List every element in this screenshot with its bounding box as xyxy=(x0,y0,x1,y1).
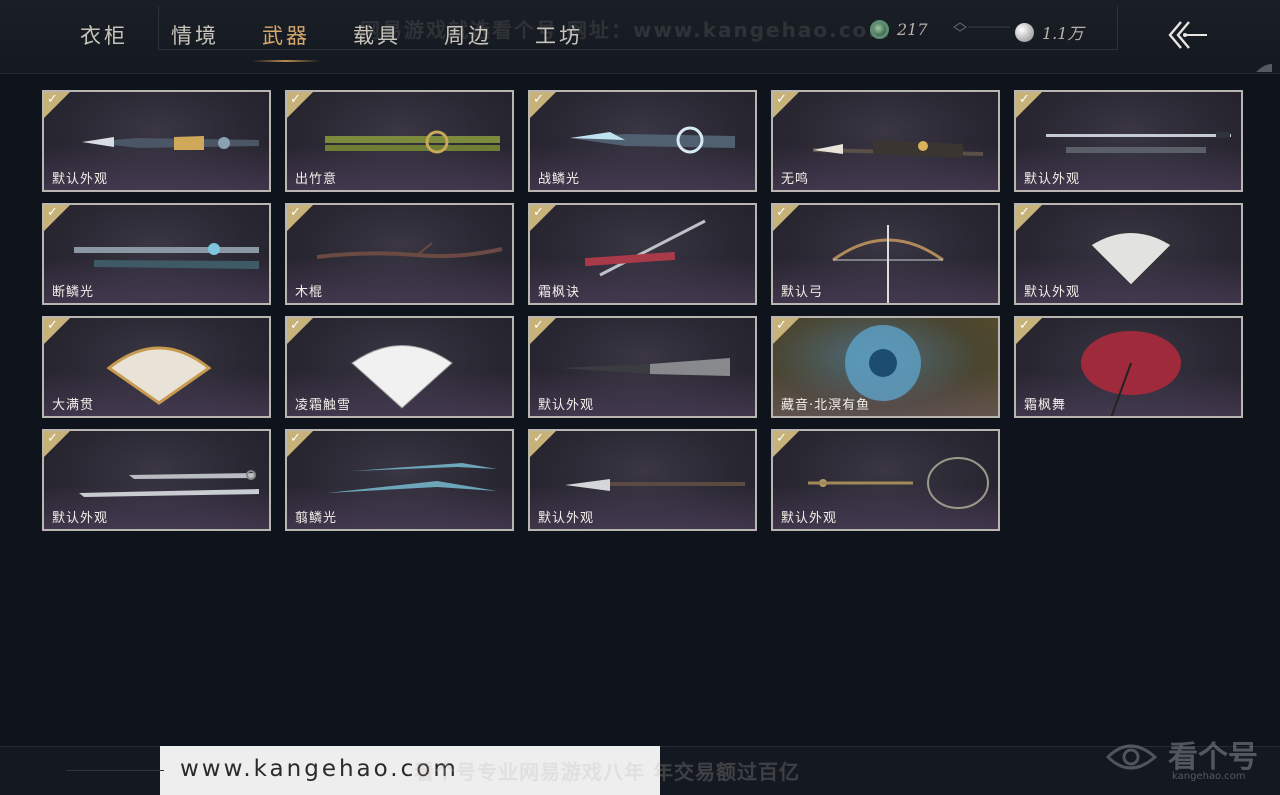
tab-workshop[interactable]: 工坊 xyxy=(535,20,583,56)
check-icon: ✓ xyxy=(776,318,787,333)
weapon-name: 断鳞光 xyxy=(52,285,95,300)
check-icon: ✓ xyxy=(290,318,301,333)
weapon-card[interactable]: ✓ 断鳞光 xyxy=(42,203,271,305)
weapon-name: 翦鳞光 xyxy=(295,511,338,526)
category-tabs: 衣柜 情境 武器 载具 周边 工坊 xyxy=(80,20,626,62)
weapon-card[interactable]: ✓ 默认外观 xyxy=(42,90,271,192)
back-arrow-icon[interactable] xyxy=(1165,18,1211,52)
weapon-name: 默认外观 xyxy=(1024,172,1081,187)
silver-amount: 1.1万 xyxy=(1042,24,1084,43)
weapon-card[interactable]: ✓ 木棍 xyxy=(285,203,514,305)
url-divider xyxy=(66,770,164,771)
check-icon: ✓ xyxy=(533,92,544,107)
weapon-card[interactable]: ✓ 大满贯 xyxy=(42,316,271,418)
logo-subtitle: kangehao.com xyxy=(1172,771,1246,782)
weapon-card[interactable]: ✓ 默认外观 xyxy=(528,429,757,531)
check-icon: ✓ xyxy=(47,431,58,446)
weapon-card[interactable]: ✓ 默认弓 xyxy=(771,203,1000,305)
weapon-name: 凌霜触雪 xyxy=(295,398,352,413)
silver-currency: 1.1万 xyxy=(1015,20,1083,44)
weapon-name: 默认外观 xyxy=(781,511,838,526)
tab-merch[interactable]: 周边 xyxy=(444,20,492,56)
check-icon: ✓ xyxy=(290,205,301,220)
weapon-name: 霜枫舞 xyxy=(1024,398,1067,413)
logo-name: 看个号 xyxy=(1168,740,1258,775)
check-icon: ✓ xyxy=(533,205,544,220)
jade-coin-icon xyxy=(870,20,889,39)
silver-coin-icon xyxy=(1015,22,1034,42)
weapon-card[interactable]: ✓ 出竹意 xyxy=(285,90,514,192)
weapon-card[interactable]: ✓ 默认外观 xyxy=(528,316,757,418)
tab-wardrobe[interactable]: 衣柜 xyxy=(80,20,128,56)
weapon-name: 藏音·北溟有鱼 xyxy=(781,398,871,413)
weapon-card[interactable]: ✓ 默认外观 xyxy=(42,429,271,531)
check-icon: ✓ xyxy=(1019,205,1030,220)
check-icon: ✓ xyxy=(1019,318,1030,333)
weapon-name: 战鳞光 xyxy=(538,172,581,187)
weapon-card[interactable]: ✓ 藏音·北溟有鱼 xyxy=(771,316,1000,418)
weapon-card[interactable]: ✓ 战鳞光 xyxy=(528,90,757,192)
check-icon: ✓ xyxy=(533,318,544,333)
tab-vehicle[interactable]: 载具 xyxy=(353,20,401,56)
weapon-card[interactable]: ✓ 霜枫诀 xyxy=(528,203,757,305)
weapon-name: 默认外观 xyxy=(538,398,595,413)
weapon-card[interactable]: ✓ 翦鳞光 xyxy=(285,429,514,531)
weapon-card[interactable]: ✓ 凌霜触雪 xyxy=(285,316,514,418)
weapon-name: 默认外观 xyxy=(52,172,109,187)
check-icon: ✓ xyxy=(776,92,787,107)
weapon-card[interactable]: ✓ 默认外观 xyxy=(771,429,1000,531)
jade-amount: 217 xyxy=(897,20,928,39)
check-icon: ✓ xyxy=(1019,92,1030,107)
weapon-name: 大满贯 xyxy=(52,398,95,413)
tab-scene[interactable]: 情境 xyxy=(171,20,219,56)
check-icon: ✓ xyxy=(776,431,787,446)
weapon-name: 出竹意 xyxy=(295,172,338,187)
weapon-name: 默认外观 xyxy=(52,511,109,526)
weapon-name: 默认外观 xyxy=(538,511,595,526)
check-icon: ✓ xyxy=(47,205,58,220)
divider-ornament-icon xyxy=(952,22,1010,32)
weapon-name: 木棍 xyxy=(295,285,324,300)
weapon-name: 无鸣 xyxy=(781,172,810,187)
weapon-name: 默认弓 xyxy=(781,285,824,300)
check-icon: ✓ xyxy=(776,205,787,220)
weapon-card[interactable]: ✓ 霜枫舞 xyxy=(1014,316,1243,418)
corner-ornament-icon xyxy=(1256,64,1272,72)
check-icon: ✓ xyxy=(533,431,544,446)
weapon-card[interactable]: ✓ 默认外观 xyxy=(1014,90,1243,192)
check-icon: ✓ xyxy=(290,92,301,107)
footer-slogan: 看个号专业网易游戏八年 年交易额过百亿 xyxy=(414,760,800,784)
check-icon: ✓ xyxy=(47,92,58,107)
weapon-name: 霜枫诀 xyxy=(538,285,581,300)
weapon-card[interactable]: ✓ 无鸣 xyxy=(771,90,1000,192)
tab-weapon[interactable]: 武器 xyxy=(252,20,320,62)
check-icon: ✓ xyxy=(290,431,301,446)
weapon-name: 默认外观 xyxy=(1024,285,1081,300)
jade-currency: 217 xyxy=(870,20,928,39)
check-icon: ✓ xyxy=(47,318,58,333)
weapon-card[interactable]: ✓ 默认外观 xyxy=(1014,203,1243,305)
